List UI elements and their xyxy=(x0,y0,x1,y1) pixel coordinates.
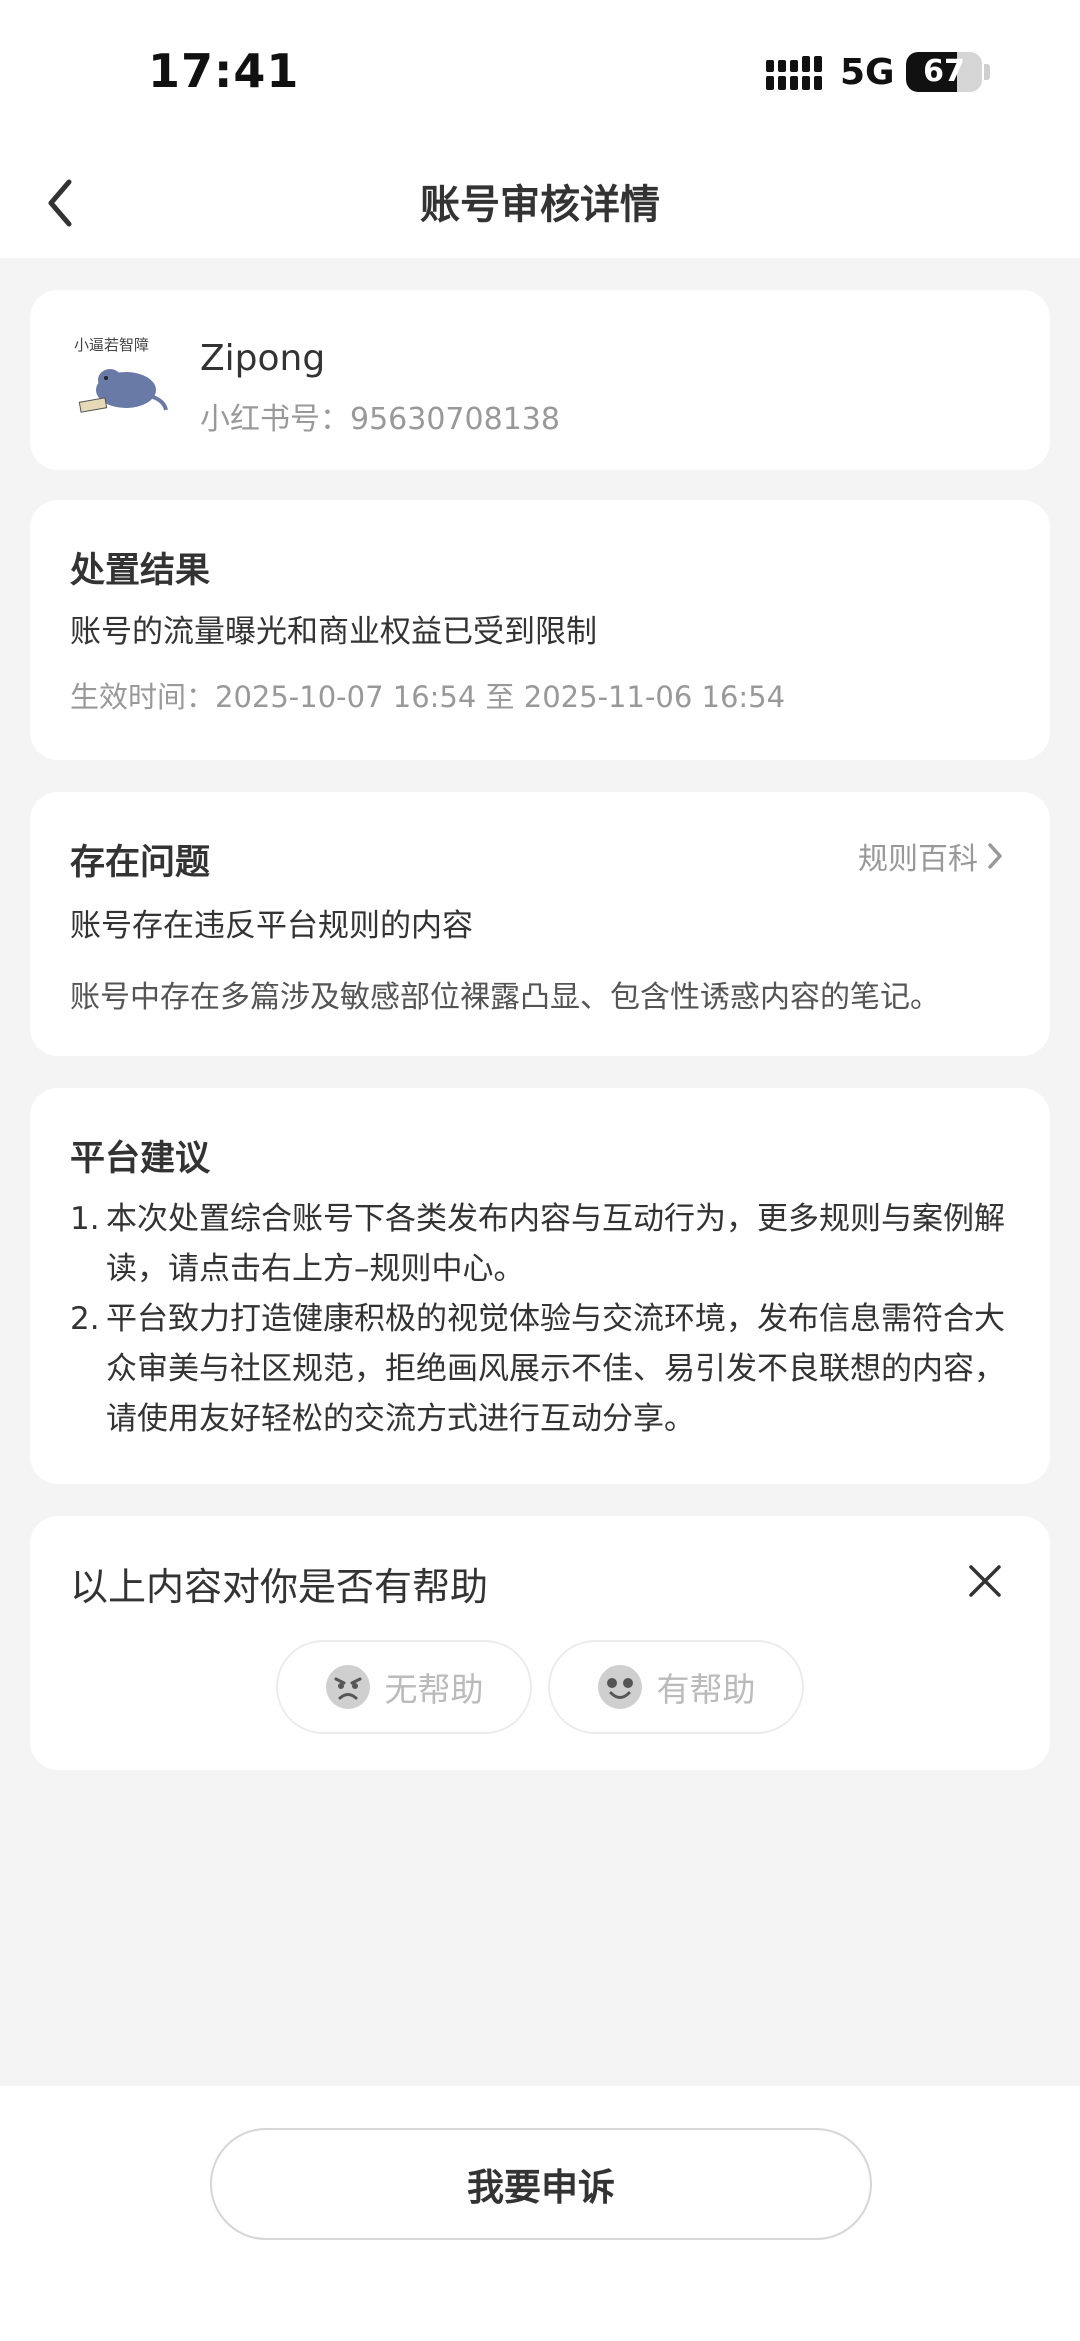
profile-id: 小红书号：95630708138 xyxy=(200,402,560,437)
not-helpful-button[interactable]: 无帮助 xyxy=(276,1640,532,1734)
helpful-label: 有帮助 xyxy=(656,1670,756,1709)
not-helpful-label: 无帮助 xyxy=(384,1670,484,1709)
bottom-bar: 我要申诉 xyxy=(0,2086,1080,2341)
advice-item-number: 2. xyxy=(70,1301,100,1337)
avatar-caption: 小逼若智障 xyxy=(74,336,149,354)
battery-percent: 67 xyxy=(923,54,965,89)
close-button[interactable] xyxy=(960,1556,1010,1606)
close-icon xyxy=(969,1565,1001,1597)
advice-card: 平台建议 1. 本次处置综合账号下各类发布内容与互动行为，更多规则与案例解读，请… xyxy=(30,1088,1050,1484)
advice-item: 1. 本次处置综合账号下各类发布内容与互动行为，更多规则与案例解读，请点击右上方… xyxy=(70,1194,1030,1294)
network-type: 5G xyxy=(840,52,895,93)
helpful-button[interactable]: 有帮助 xyxy=(548,1640,804,1734)
status-time: 17:41 xyxy=(148,44,300,98)
battery-cap xyxy=(984,64,990,80)
battery-icon: 67 xyxy=(906,52,982,92)
advice-title: 平台建议 xyxy=(70,1139,211,1179)
advice-item-text: 平台致力打造健康积极的视觉体验与交流环境，发布信息需符合大众审美与社区规范，拒绝… xyxy=(106,1301,1005,1437)
signal-icon xyxy=(766,56,822,90)
issue-detail: 账号中存在多篇涉及敏感部位裸露凸显、包含性诱惑内容的笔记。 xyxy=(70,980,940,1015)
advice-item-text: 本次处置综合账号下各类发布内容与互动行为，更多规则与案例解读，请点击右上方–规则… xyxy=(106,1201,1005,1287)
issue-summary: 账号存在违反平台规则的内容 xyxy=(70,908,473,944)
feedback-title: 以上内容对你是否有帮助 xyxy=(70,1565,489,1609)
advice-item-number: 1. xyxy=(70,1201,100,1237)
issue-card: 存在问题 规则百科 账号存在违反平台规则的内容 账号中存在多篇涉及敏感部位裸露凸… xyxy=(30,792,1050,1056)
sad-face-icon xyxy=(325,1665,370,1709)
result-title: 处置结果 xyxy=(70,551,211,591)
issue-title: 存在问题 xyxy=(70,843,211,883)
effective-time: 生效时间：2025-10-07 16:54 至 2025-11-06 16:54 xyxy=(70,680,786,714)
result-card: 处置结果 账号的流量曝光和商业权益已受到限制 生效时间：2025-10-07 1… xyxy=(30,500,1050,760)
profile-name: Zipong xyxy=(200,338,326,379)
advice-item: 2. 平台致力打造健康积极的视觉体验与交流环境，发布信息需符合大众审美与社区规范… xyxy=(70,1294,1030,1444)
header-area: 17:41 5G 67 账号审核详情 xyxy=(0,0,1080,258)
chevron-right-icon xyxy=(988,843,1002,869)
rule-wiki-link[interactable]: 规则百科 xyxy=(858,834,1004,878)
appeal-button[interactable]: 我要申诉 xyxy=(210,2128,872,2240)
rule-wiki-label: 规则百科 xyxy=(858,842,978,877)
page-title: 账号审核详情 xyxy=(420,182,660,228)
avatar: 小逼若智障 xyxy=(74,336,168,413)
happy-face-icon xyxy=(597,1665,642,1709)
result-text: 账号的流量曝光和商业权益已受到限制 xyxy=(70,614,597,650)
profile-card[interactable]: 小逼若智障 Zipong 小红书号：95630708138 xyxy=(30,290,1050,470)
feedback-card: 以上内容对你是否有帮助 无帮助 有帮助 xyxy=(30,1516,1050,1770)
